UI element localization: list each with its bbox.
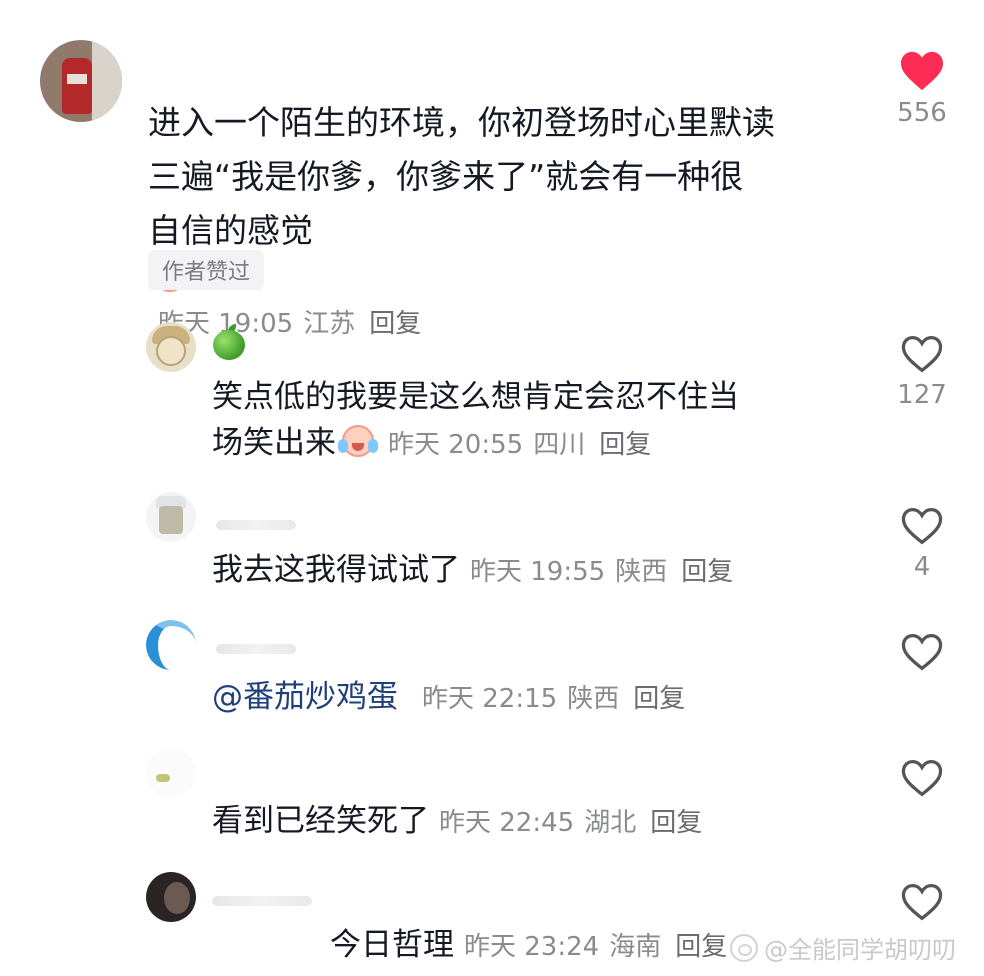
username-blurred	[212, 896, 312, 906]
comment-location: 陕西	[615, 557, 668, 587]
reply-3-text: @番茄炒鸡蛋 昨天 22:15 陕西 回复	[212, 674, 685, 722]
like-button-reply-5[interactable]	[882, 882, 962, 922]
reply-button[interactable]: 回复	[650, 808, 702, 838]
avatar-reply-1[interactable]	[146, 322, 196, 372]
reply-1-line-2: 场笑出来 昨天 20:55 四川 回复	[212, 420, 739, 468]
avatar-main-commenter[interactable]	[40, 40, 122, 122]
comment-time: 昨天 22:15	[422, 684, 558, 714]
comment-thread: 进入一个陌生的环境，你初登场时心里默读 三遍“我是你爹，你爹来了”就会有一种很 …	[0, 0, 984, 976]
weibo-logo-icon	[730, 933, 758, 962]
comment-location: 陕西	[567, 684, 620, 714]
username-blurred	[216, 644, 296, 654]
reply-1-text: 笑点低的我要是这么想肯定会忍不住当 场笑出来 昨天 20:55 四川 回复	[212, 374, 739, 468]
comment-location: 海南	[609, 932, 662, 962]
reply-button[interactable]: 回复	[681, 557, 733, 587]
watermark-text: @全能同学胡叨叨	[764, 936, 956, 964]
like-button-main[interactable]: 556	[882, 50, 962, 128]
main-comment-line-3-text: 自信的感觉	[148, 211, 313, 250]
heart-outline-icon	[901, 883, 943, 921]
reply-button[interactable]: 回复	[599, 430, 651, 460]
main-comment-line-1: 进入一个陌生的环境，你初登场时心里默读	[148, 103, 775, 142]
comment-time: 昨天 20:55	[388, 430, 524, 460]
reply-2-text: 我去这我得试试了 昨天 19:55 陕西 回复	[212, 547, 733, 595]
heart-outline-icon	[901, 633, 943, 671]
heart-outline-icon	[901, 507, 943, 545]
mention-link[interactable]: @番茄炒鸡蛋	[212, 679, 398, 715]
reply-5-content: 今日哲理	[330, 927, 454, 963]
reply-1-line-2-text: 场笑出来	[212, 425, 336, 461]
like-count: 4	[913, 552, 931, 582]
heart-outline-icon	[901, 759, 943, 797]
like-button-reply-1[interactable]: 127	[882, 334, 962, 410]
like-button-reply-2[interactable]: 4	[882, 506, 962, 582]
author-liked-badge: 作者赞过	[148, 250, 265, 290]
like-count: 556	[897, 98, 947, 128]
avatar-reply-3[interactable]	[146, 620, 196, 670]
comment-location: 江苏	[303, 309, 356, 339]
reply-button[interactable]: 回复	[675, 932, 727, 962]
reply-2-content: 我去这我得试试了	[212, 552, 460, 588]
reply-4-text: 看到已经笑死了 昨天 22:45 湖北 回复	[212, 798, 702, 846]
like-count: 127	[897, 380, 947, 410]
like-button-reply-4[interactable]	[882, 758, 962, 798]
heart-outline-icon	[901, 335, 943, 373]
main-comment-line-2: 三遍“我是你爹，你爹来了”就会有一种很	[148, 157, 744, 196]
reply-button[interactable]: 回复	[369, 309, 421, 339]
avatar-background	[92, 40, 122, 122]
main-comment-text: 进入一个陌生的环境，你初登场时心里默读 三遍“我是你爹，你爹来了”就会有一种很 …	[148, 96, 775, 351]
reply-5-text: 今日哲理 昨天 23:24 海南 回复	[330, 922, 727, 970]
comment-time: 昨天 23:24	[464, 932, 600, 962]
heart-filled-icon	[901, 51, 943, 91]
avatar-reply-5[interactable]	[146, 872, 196, 922]
comment-time: 昨天 22:45	[439, 808, 575, 838]
comment-time: 昨天 19:55	[470, 557, 606, 587]
reply-1-line-1: 笑点低的我要是这么想肯定会忍不住当	[212, 379, 739, 415]
reply-button[interactable]: 回复	[633, 684, 685, 714]
comment-location: 四川	[533, 430, 586, 460]
comment-location: 湖北	[584, 808, 637, 838]
username-blurred	[216, 520, 296, 530]
weibo-watermark: @全能同学胡叨叨	[730, 930, 956, 965]
avatar-reply-2[interactable]	[146, 492, 196, 542]
like-button-reply-3[interactable]	[882, 632, 962, 672]
reply-4-content: 看到已经笑死了	[212, 803, 429, 839]
green-apple-icon	[212, 324, 246, 360]
bottle-image	[62, 58, 92, 114]
avatar-reply-4[interactable]	[146, 748, 196, 798]
crying-face-icon	[338, 423, 378, 459]
